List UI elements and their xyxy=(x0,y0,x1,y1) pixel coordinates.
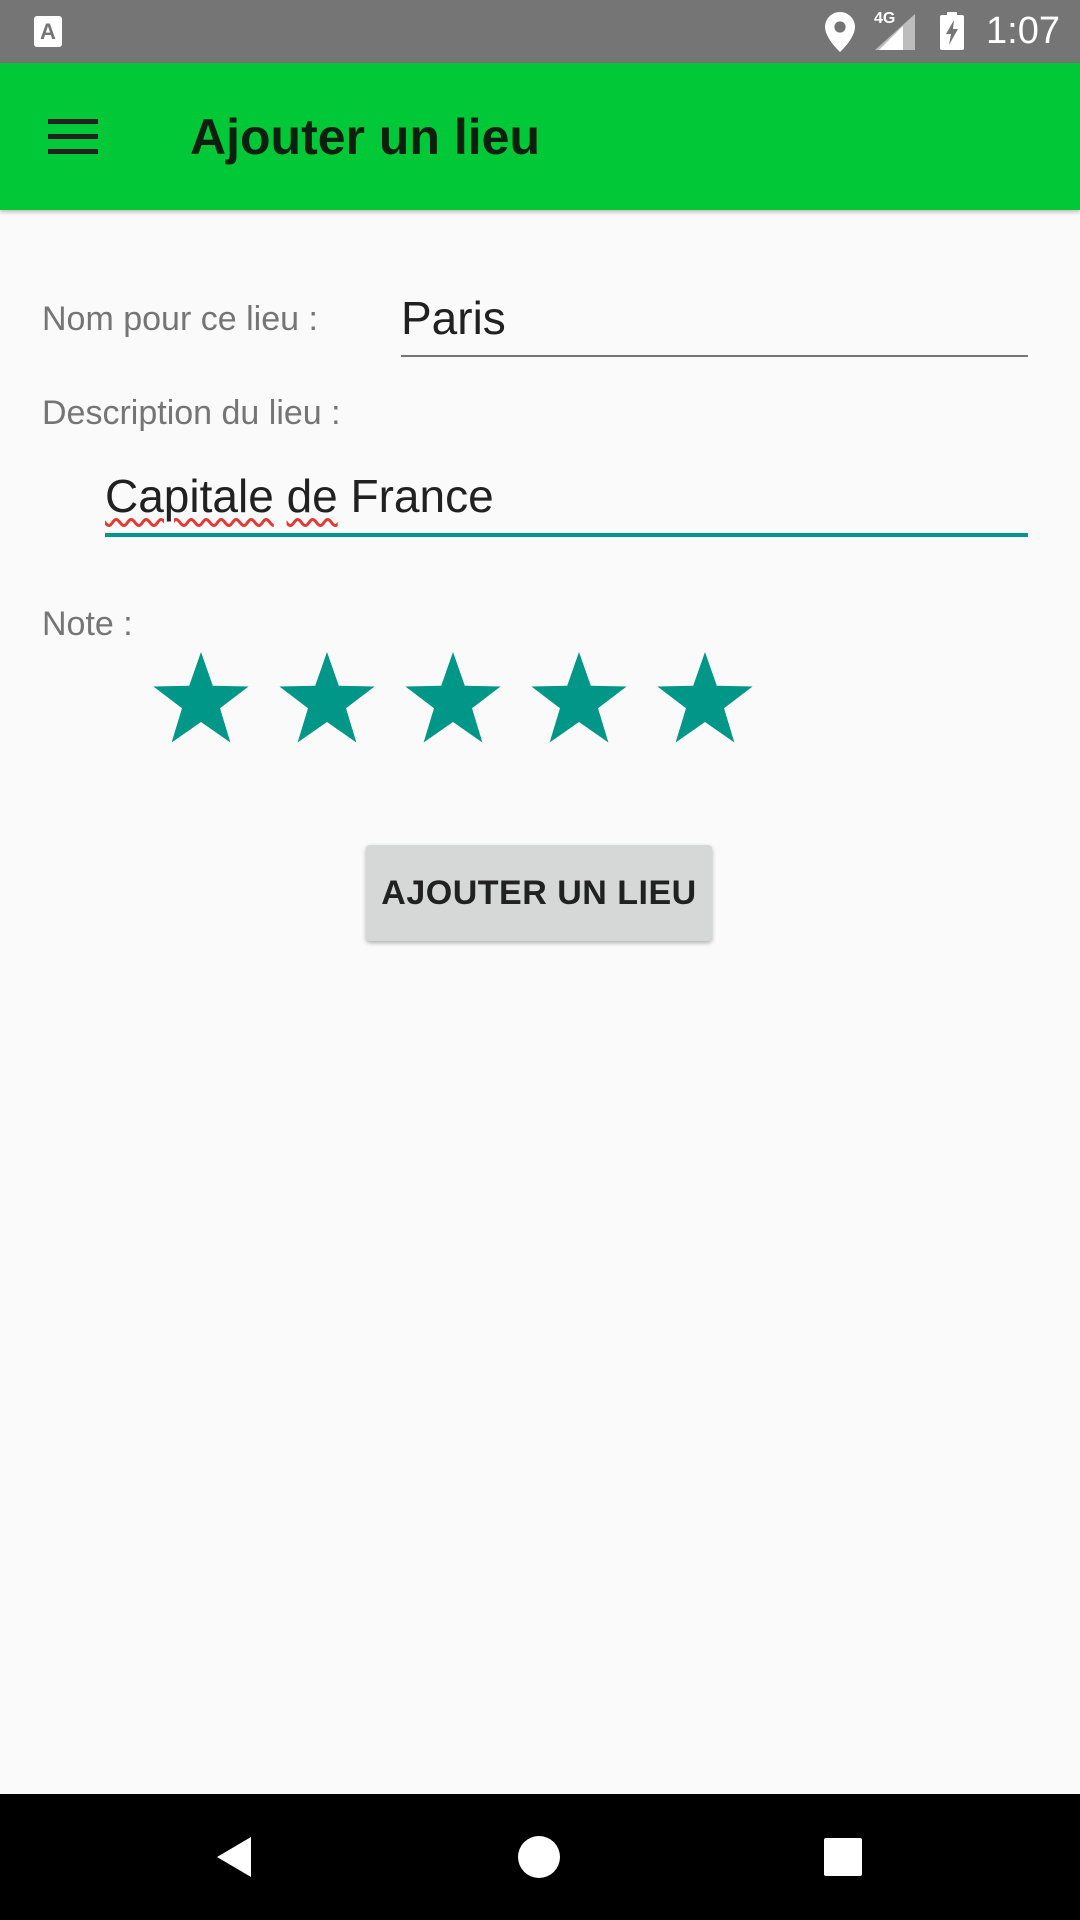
location-icon xyxy=(825,12,855,52)
star-icon[interactable] xyxy=(652,648,758,751)
menu-bar-line xyxy=(48,149,98,154)
status-bar: A 4G 1:07 xyxy=(0,0,1080,63)
signal-icon xyxy=(875,14,915,50)
hamburger-menu-icon[interactable] xyxy=(30,99,115,174)
name-input-value: Paris xyxy=(401,292,506,344)
description-word: Capitale xyxy=(105,470,274,522)
home-icon[interactable] xyxy=(506,1824,572,1890)
battery-charging-icon xyxy=(940,12,964,50)
add-place-button[interactable]: AJOUTER UN LIEU xyxy=(366,845,712,941)
menu-bar-line xyxy=(48,119,98,124)
name-label: Nom pour ce lieu : xyxy=(42,300,318,338)
description-word: France xyxy=(350,470,494,522)
description-input-value: Capitale de France xyxy=(105,469,494,523)
navigation-bar xyxy=(0,1794,1080,1920)
app-toolbar: Ajouter un lieu xyxy=(0,63,1080,210)
app-notification-icon: A xyxy=(34,16,62,47)
star-icon[interactable] xyxy=(148,648,254,751)
star-icon[interactable] xyxy=(526,648,632,751)
rating-label: Note : xyxy=(42,605,133,643)
menu-bar-line xyxy=(48,134,98,139)
star-icon[interactable] xyxy=(274,648,380,751)
name-input[interactable]: Paris xyxy=(401,285,1028,357)
description-label: Description du lieu : xyxy=(42,394,341,432)
page-title: Ajouter un lieu xyxy=(190,109,540,165)
description-word: de xyxy=(286,470,338,522)
rating-bar[interactable] xyxy=(148,648,778,751)
star-icon[interactable] xyxy=(400,648,506,751)
status-time: 1:07 xyxy=(986,10,1060,52)
back-icon[interactable] xyxy=(205,1824,271,1890)
description-input[interactable]: Capitale de France xyxy=(105,465,1028,537)
recents-icon[interactable] xyxy=(810,1824,876,1890)
